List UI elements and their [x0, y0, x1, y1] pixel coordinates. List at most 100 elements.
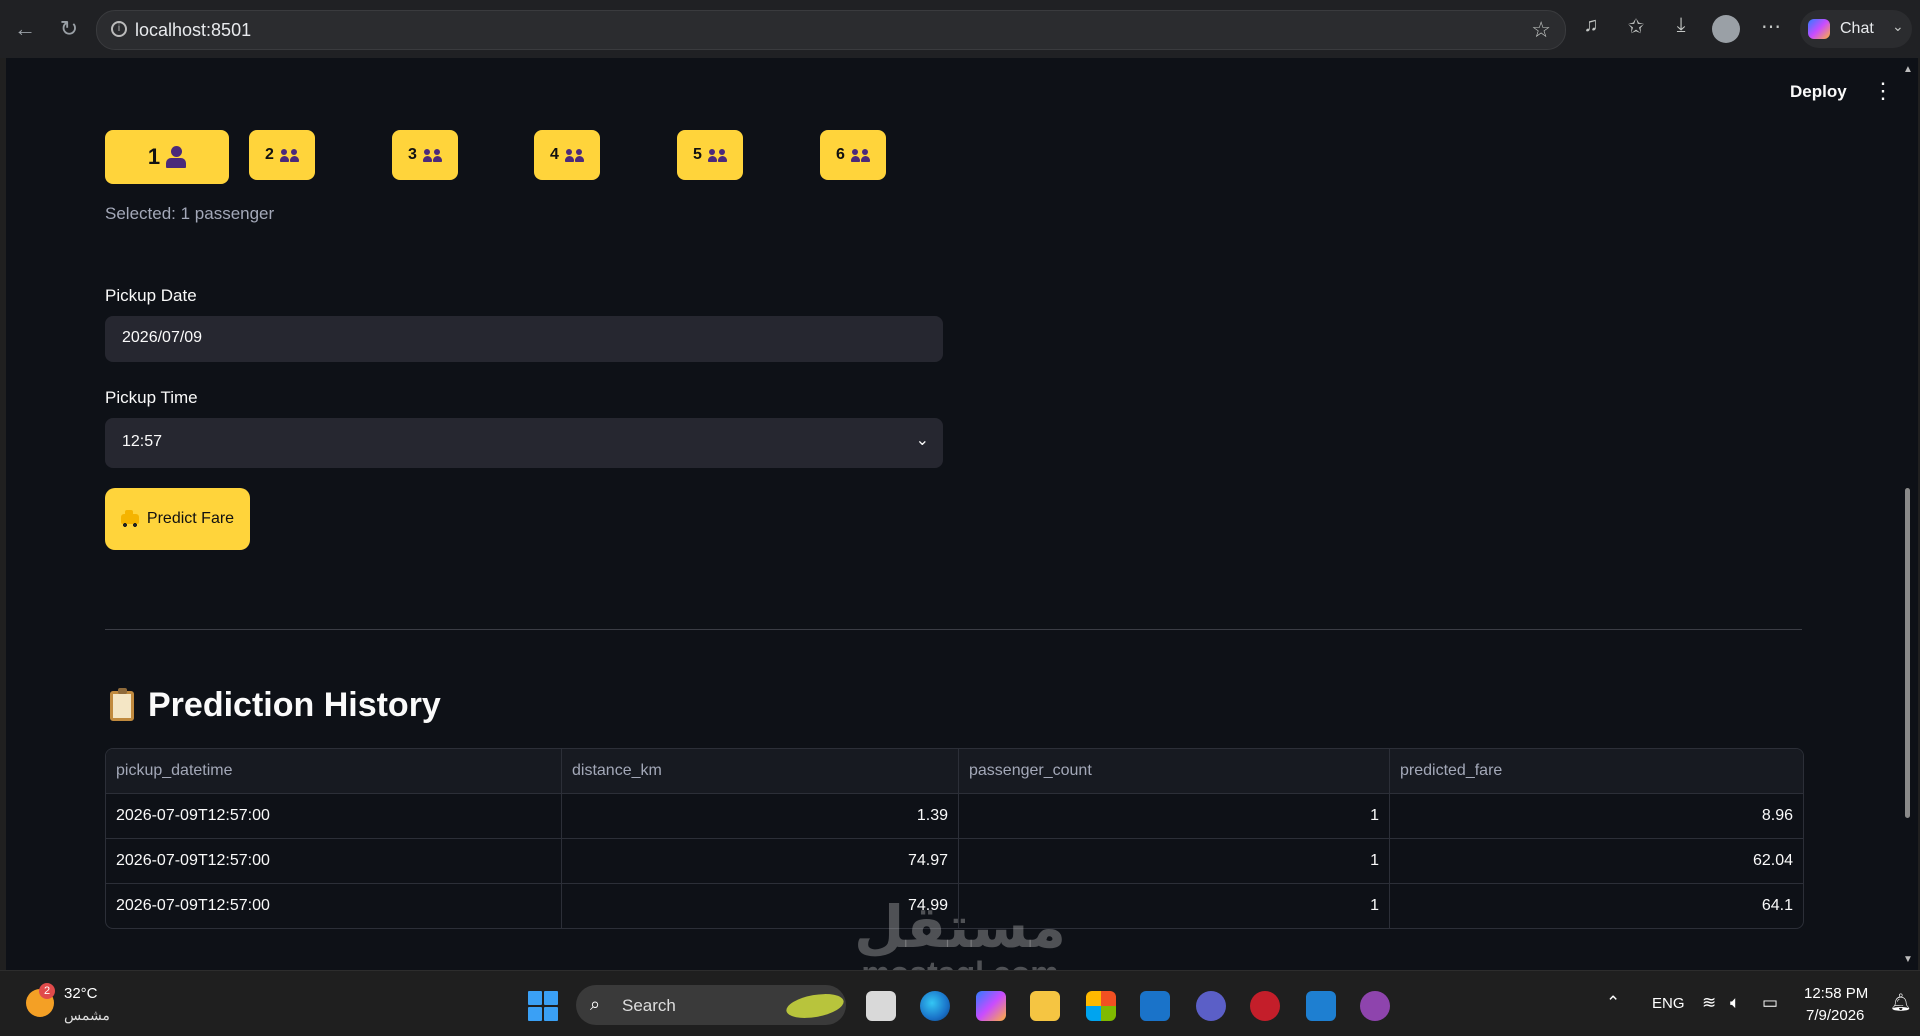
- passenger-button-label: 2: [265, 146, 274, 163]
- pickup-time-value: 12:57: [122, 433, 163, 450]
- outlook-icon[interactable]: [1140, 991, 1170, 1021]
- people-icon: [850, 148, 870, 162]
- divider: [105, 629, 1802, 630]
- table-cell[interactable]: 2026-07-09T12:57:00: [106, 839, 561, 883]
- table-row: 2026-07-09T12:57:00 74.97 1 62.04: [106, 838, 1803, 883]
- battery-icon[interactable]: ▭: [1762, 993, 1778, 1013]
- clock-time[interactable]: 12:58 PM: [1804, 985, 1868, 1002]
- passenger-button-6[interactable]: 6: [820, 130, 886, 180]
- copilot-icon: [1808, 19, 1830, 39]
- vscode-icon[interactable]: [1306, 991, 1336, 1021]
- passenger-button-label: 5: [693, 146, 702, 163]
- media-icon[interactable]: ♫: [1576, 14, 1606, 37]
- pickup-date-value: 2026/07/09: [122, 329, 203, 346]
- passenger-button-2[interactable]: 2: [249, 130, 315, 180]
- passenger-button-label: 6: [836, 146, 845, 163]
- scroll-up-icon[interactable]: ▲: [1903, 64, 1913, 75]
- wifi-icon[interactable]: ≋: [1702, 993, 1716, 1013]
- passenger-button-1[interactable]: 1: [105, 130, 229, 184]
- table-cell[interactable]: 64.1: [1389, 884, 1803, 928]
- prediction-history-title: Prediction History: [148, 686, 441, 724]
- chevron-down-icon: ⌄: [1892, 18, 1904, 34]
- main-menu-icon[interactable]: ⋮: [1872, 78, 1894, 104]
- selected-passenger-text: Selected: 1 passenger: [105, 204, 275, 223]
- notification-badge: 2: [39, 983, 55, 999]
- pickup-time-label: Pickup Time: [105, 388, 198, 407]
- security-app-icon[interactable]: [1250, 991, 1280, 1021]
- column-header[interactable]: predicted_fare: [1389, 749, 1803, 793]
- scrollbar-thumb[interactable]: [1905, 488, 1910, 818]
- table-cell[interactable]: 1: [958, 839, 1389, 883]
- taskbar-search[interactable]: ⌕ Search: [576, 985, 846, 1025]
- github-desktop-icon[interactable]: [1360, 991, 1390, 1021]
- people-icon: [707, 148, 727, 162]
- search-highlight-icon: [784, 990, 846, 1022]
- volume-icon[interactable]: 🔈︎: [1730, 993, 1740, 1013]
- notification-bell-icon[interactable]: 🔔︎: [1890, 993, 1912, 1013]
- search-icon: ⌕: [590, 994, 601, 1014]
- passenger-button-4[interactable]: 4: [534, 130, 600, 180]
- passenger-button-label: 1: [147, 144, 161, 169]
- teams-icon[interactable]: [1196, 991, 1226, 1021]
- table-row: 2026-07-09T12:57:00 1.39 1 8.96: [106, 793, 1803, 838]
- site-info-icon[interactable]: i: [111, 21, 127, 37]
- favorite-star-icon[interactable]: ☆: [1531, 17, 1551, 43]
- favorites-icon[interactable]: ✩: [1621, 14, 1651, 39]
- download-icon[interactable]: ⤓: [1666, 14, 1696, 37]
- task-view-icon[interactable]: [866, 991, 896, 1021]
- start-windows-icon[interactable]: [528, 991, 558, 1021]
- table-cell[interactable]: 2026-07-09T12:57:00: [106, 884, 561, 928]
- edge-browser-icon[interactable]: [920, 991, 950, 1021]
- chevron-down-icon: ⌄: [915, 432, 929, 449]
- people-icon: [422, 148, 442, 162]
- scroll-down-icon[interactable]: ▼: [1903, 954, 1913, 965]
- pickup-time-select[interactable]: 12:57 ⌄: [105, 418, 943, 468]
- copilot-chat-button[interactable]: Chat ⌄: [1800, 10, 1912, 48]
- table-cell[interactable]: 2026-07-09T12:57:00: [106, 794, 561, 838]
- app-container: Deploy ⋮ 1 2 3 4 5 6 Selected: 1 passeng…: [6, 58, 1918, 970]
- chevron-up-icon[interactable]: ⌃: [1606, 993, 1620, 1013]
- table-cell[interactable]: 74.97: [561, 839, 958, 883]
- browser-toolbar: ← ↻ i localhost:8501 ☆ ♫ ✩ ⤓ ⋯ Chat ⌄: [0, 0, 1920, 58]
- column-header[interactable]: pickup_datetime: [106, 749, 561, 793]
- passenger-button-label: 4: [550, 146, 559, 163]
- table-cell[interactable]: 1: [958, 794, 1389, 838]
- address-bar[interactable]: i localhost:8501 ☆: [96, 10, 1566, 50]
- passenger-button-label: 3: [408, 146, 417, 163]
- back-icon[interactable]: ←: [10, 14, 40, 44]
- clock-date[interactable]: 7/9/2026: [1806, 1007, 1864, 1024]
- people-icon: [564, 148, 584, 162]
- clipboard-icon: [110, 687, 134, 721]
- more-icon[interactable]: ⋯: [1756, 14, 1786, 39]
- weather-temperature[interactable]: 32°C: [64, 985, 98, 1002]
- table-cell[interactable]: 1.39: [561, 794, 958, 838]
- table-header-row: pickup_datetime distance_km passenger_co…: [106, 749, 1803, 793]
- passenger-button-3[interactable]: 3: [392, 130, 458, 180]
- weather-description[interactable]: مشمس: [64, 1007, 110, 1024]
- passenger-button-5[interactable]: 5: [677, 130, 743, 180]
- predict-fare-label: Predict Fare: [146, 510, 235, 527]
- file-explorer-icon[interactable]: [1030, 991, 1060, 1021]
- reload-icon[interactable]: ↻: [54, 14, 84, 44]
- table-cell[interactable]: 62.04: [1389, 839, 1803, 883]
- language-indicator[interactable]: ENG: [1652, 995, 1685, 1012]
- pickup-date-label: Pickup Date: [105, 286, 197, 305]
- watermark-arabic: مستقل: [853, 893, 1067, 961]
- taskbar: 2 32°C مشمس ⌕ Search ⌃ ENG ≋ 🔈︎ ▭ 12:58 …: [0, 970, 1920, 1036]
- prediction-history-heading: Prediction History: [110, 686, 441, 725]
- chat-label: Chat: [1840, 20, 1874, 37]
- taxi-icon: [120, 510, 139, 527]
- microsoft-store-icon[interactable]: [1086, 991, 1116, 1021]
- column-header[interactable]: passenger_count: [958, 749, 1389, 793]
- copilot-app-icon[interactable]: [976, 991, 1006, 1021]
- predict-fare-button[interactable]: Predict Fare: [105, 488, 250, 550]
- deploy-button[interactable]: Deploy: [1790, 82, 1847, 102]
- profile-avatar[interactable]: [1712, 15, 1740, 43]
- column-header[interactable]: distance_km: [561, 749, 958, 793]
- pickup-date-input[interactable]: 2026/07/09: [105, 316, 943, 362]
- person-icon: [166, 146, 187, 168]
- search-label: Search: [622, 996, 676, 1015]
- url-text[interactable]: localhost:8501: [135, 20, 251, 41]
- table-cell[interactable]: 8.96: [1389, 794, 1803, 838]
- people-icon: [279, 148, 299, 162]
